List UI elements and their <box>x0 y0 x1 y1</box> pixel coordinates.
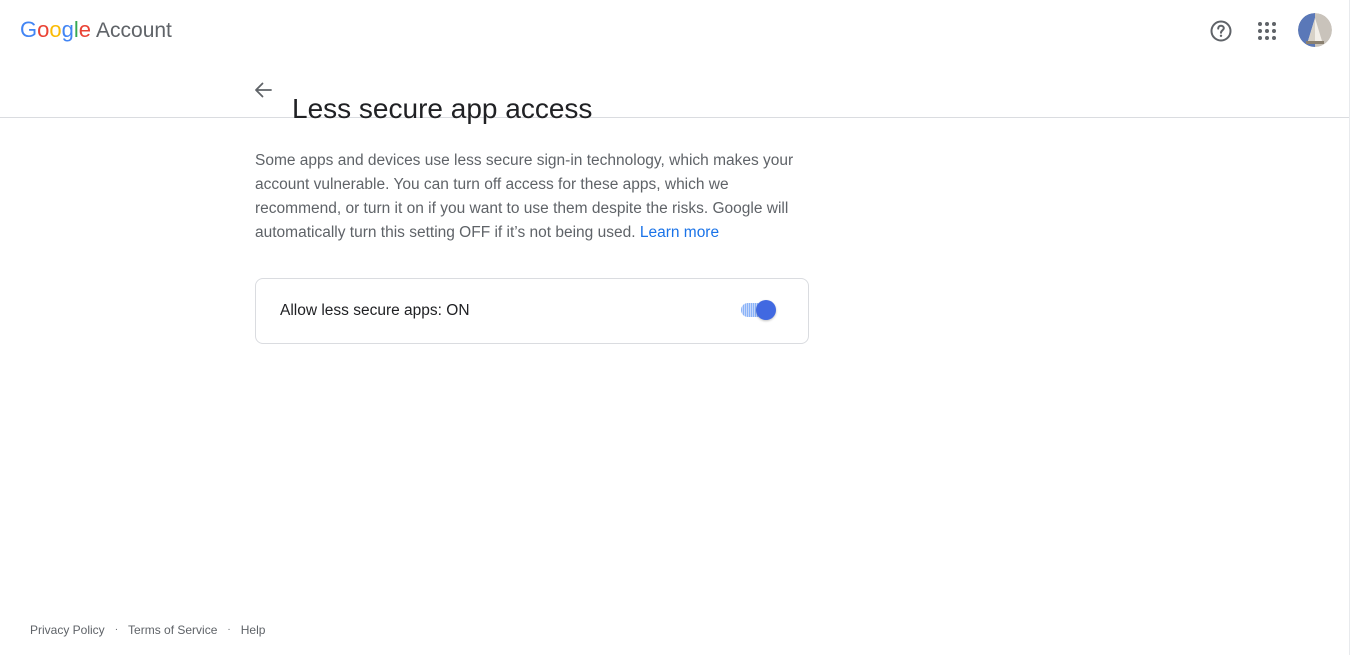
help-button[interactable] <box>1208 18 1234 44</box>
terms-of-service-link[interactable]: Terms of Service <box>128 622 217 638</box>
setting-label: Allow less secure apps: ON <box>280 302 470 319</box>
page-title: Less secure app access <box>292 92 593 124</box>
back-button[interactable] <box>251 78 275 102</box>
top-bar: Google Account <box>0 0 1352 60</box>
user-avatar <box>1298 13 1332 47</box>
help-link[interactable]: Help <box>241 622 266 638</box>
learn-more-link[interactable]: Learn more <box>640 224 719 241</box>
logo-letter: e <box>78 17 92 42</box>
logo-letter: g <box>61 17 74 42</box>
logo-letter: o <box>37 17 50 42</box>
account-avatar-button[interactable] <box>1298 13 1332 47</box>
help-circle-icon <box>1210 20 1232 42</box>
google-wordmark: Google <box>20 17 91 43</box>
page-header: Less secure app access <box>0 60 1349 124</box>
app-root: Google Account Less secure app access So… <box>0 0 1352 655</box>
less-secure-apps-card: Allow less secure apps: ON <box>255 278 809 344</box>
google-account-logo[interactable]: Google Account <box>20 17 172 44</box>
right-edge-divider <box>1349 0 1350 655</box>
logo-letter: o <box>49 17 62 42</box>
footer-separator: · <box>114 624 119 635</box>
apps-grid-icon <box>1258 22 1276 40</box>
allow-less-secure-apps-toggle[interactable] <box>740 298 780 322</box>
footer-separator: · <box>227 624 231 635</box>
product-name: Account <box>96 19 172 42</box>
logo-letter: G <box>20 17 38 42</box>
footer: Privacy Policy · Terms of Service · Help <box>30 622 265 638</box>
page-description: Some apps and devices use less secure si… <box>255 149 815 245</box>
arrow-back-icon <box>255 82 272 98</box>
google-apps-button[interactable] <box>1255 19 1279 43</box>
toggle-thumb <box>756 300 776 320</box>
privacy-policy-link[interactable]: Privacy Policy <box>30 622 105 638</box>
